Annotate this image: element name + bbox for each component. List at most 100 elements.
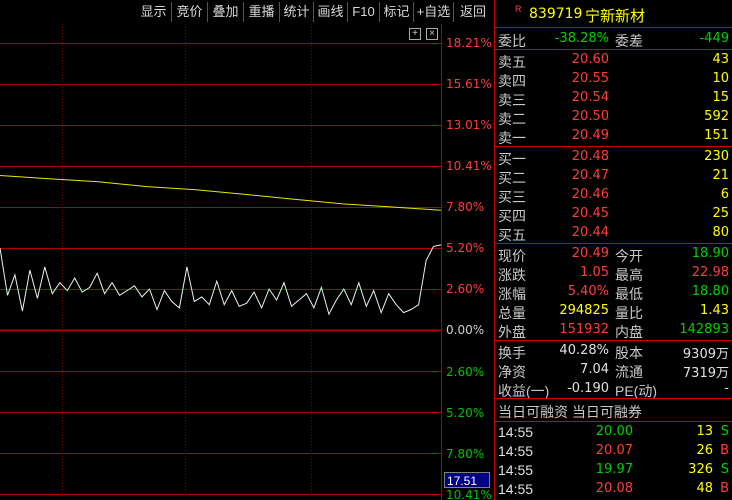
stat-label: 量比	[615, 305, 643, 321]
wei-bi-row: 委比 -38.28% 委差 -449	[495, 30, 732, 49]
divider	[495, 49, 732, 50]
order-level-label: 买五	[498, 227, 526, 243]
stat-label: 最高	[615, 267, 643, 283]
zoom-icon[interactable]: +	[409, 28, 421, 40]
wei-cha-value: -449	[699, 31, 729, 46]
mark-button[interactable]: 标记	[380, 2, 414, 22]
stat-label: 内盘	[615, 324, 643, 340]
back-button[interactable]: 返回	[454, 2, 492, 22]
pct-label: 5.20%	[446, 406, 485, 420]
close-icon[interactable]: ×	[426, 28, 438, 40]
order-price: 20.54	[571, 90, 609, 105]
stat-value: 20.49	[571, 246, 609, 261]
order-level-label: 卖二	[498, 111, 526, 127]
stat-label: 最低	[615, 286, 643, 302]
order-level-label: 卖一	[498, 130, 526, 146]
pct-label: 10.41%	[446, 488, 492, 500]
tick-row[interactable]: 14:55 20.00 13 S	[495, 423, 732, 442]
stock-name: 宁新新材	[585, 8, 646, 25]
tick-row[interactable]: 14:55 19.97 326 S	[495, 461, 732, 480]
order-volume: 151	[704, 128, 729, 143]
order-volume: 25	[712, 206, 729, 221]
stat-row: 现价 20.49 今开 18.90	[495, 245, 732, 264]
stat-value: 1.05	[580, 265, 609, 280]
add-watchlist-button[interactable]: +自选	[414, 2, 454, 22]
margin-header-label: 当日可融资 当日可融券	[498, 404, 642, 420]
tick-row[interactable]: 14:55 20.08 48 B	[495, 480, 732, 499]
stat-value: 1.43	[700, 303, 729, 318]
order-level-label: 卖四	[498, 73, 526, 89]
order-level-label: 买一	[498, 151, 526, 167]
order-volume: 230	[704, 149, 729, 164]
order-book-row: 卖二 20.50 592	[495, 108, 732, 127]
intraday-chart[interactable]: + × 18.21% 15.61% 13.01% 10.41% 7.80% 5.…	[0, 24, 494, 500]
tick-price: 19.97	[595, 462, 633, 477]
tick-time: 14:55	[498, 462, 534, 478]
tick-side: S	[720, 424, 729, 439]
auction-button[interactable]: 竞价	[172, 2, 208, 22]
draw-line-button[interactable]: 画线	[314, 2, 348, 22]
quote-panel: R 839719 宁新新材 委比 -38.28% 委差 -449 卖五 20.60…	[494, 0, 732, 500]
wei-bi-label: 委比	[498, 33, 526, 49]
pct-label: 15.61%	[446, 77, 492, 91]
average-price-line	[0, 175, 442, 211]
stat-row: 外盘 151932 内盘 142893	[495, 321, 732, 340]
stats-button[interactable]: 统计	[280, 2, 314, 22]
wei-bi-value: -38.28%	[554, 31, 609, 46]
info-value: 7319万	[682, 366, 729, 381]
order-price: 20.50	[571, 109, 609, 124]
order-price: 20.47	[571, 168, 609, 183]
tick-volume: 326	[688, 462, 713, 477]
stat-row: 涨跌 1.05 最高 22.98	[495, 264, 732, 283]
stock-code: 839719	[529, 6, 583, 22]
order-price: 20.44	[571, 225, 609, 240]
order-price: 20.48	[571, 149, 609, 164]
pct-label: 5.20%	[446, 241, 485, 255]
stat-label: 涨跌	[498, 267, 526, 283]
order-price: 20.45	[571, 206, 609, 221]
show-button[interactable]: 显示	[136, 2, 172, 22]
order-book-row: 买一 20.48 230	[495, 148, 732, 167]
order-book-row: 买二 20.47 21	[495, 167, 732, 186]
order-book-row: 卖一 20.49 151	[495, 127, 732, 146]
order-volume: 21	[712, 168, 729, 183]
f10-button[interactable]: F10	[348, 2, 380, 22]
info-label: 股本	[615, 345, 643, 361]
info-value: 9309万	[682, 347, 729, 362]
order-book-row: 卖五 20.60 43	[495, 51, 732, 70]
stat-value: 151932	[559, 322, 609, 337]
pct-label: 7.80%	[446, 447, 485, 461]
order-level-label: 卖三	[498, 92, 526, 108]
order-book-row: 卖四 20.55 10	[495, 70, 732, 89]
order-price: 20.46	[571, 187, 609, 202]
divider	[495, 146, 732, 147]
stat-value: 142893	[679, 322, 729, 337]
info-value: 7.04	[580, 362, 609, 377]
tick-price: 20.00	[595, 424, 633, 439]
info-label: 流通	[615, 364, 643, 380]
info-value: 40.28%	[559, 343, 609, 358]
info-row: 换手 40.28% 股本 9309万	[495, 342, 732, 362]
info-label: 换手	[498, 345, 526, 361]
order-price: 20.49	[571, 128, 609, 143]
order-price: 20.60	[571, 52, 609, 67]
tick-row[interactable]: 14:55 20.07 26 B	[495, 442, 732, 461]
tick-side: S	[720, 462, 729, 477]
overlay-button[interactable]: 叠加	[208, 2, 244, 22]
stat-row: 涨幅 5.40% 最低 18.80	[495, 283, 732, 302]
tick-time: 14:55	[498, 424, 534, 440]
replay-button[interactable]: 重播	[244, 2, 280, 22]
stock-title: R 839719 宁新新材	[495, 0, 732, 28]
tick-price: 20.08	[595, 481, 633, 496]
order-level-label: 买四	[498, 208, 526, 224]
order-volume: 592	[704, 109, 729, 124]
order-volume: 6	[720, 187, 729, 202]
pct-label: 10.41%	[446, 159, 492, 173]
order-level-label: 买二	[498, 170, 526, 186]
pct-label: 7.80%	[446, 200, 485, 214]
stat-label: 今开	[615, 248, 643, 264]
stat-value: 22.98	[691, 265, 729, 280]
order-volume: 15	[712, 90, 729, 105]
pct-label: 2.60%	[446, 282, 485, 296]
info-label: 净资	[498, 364, 526, 380]
